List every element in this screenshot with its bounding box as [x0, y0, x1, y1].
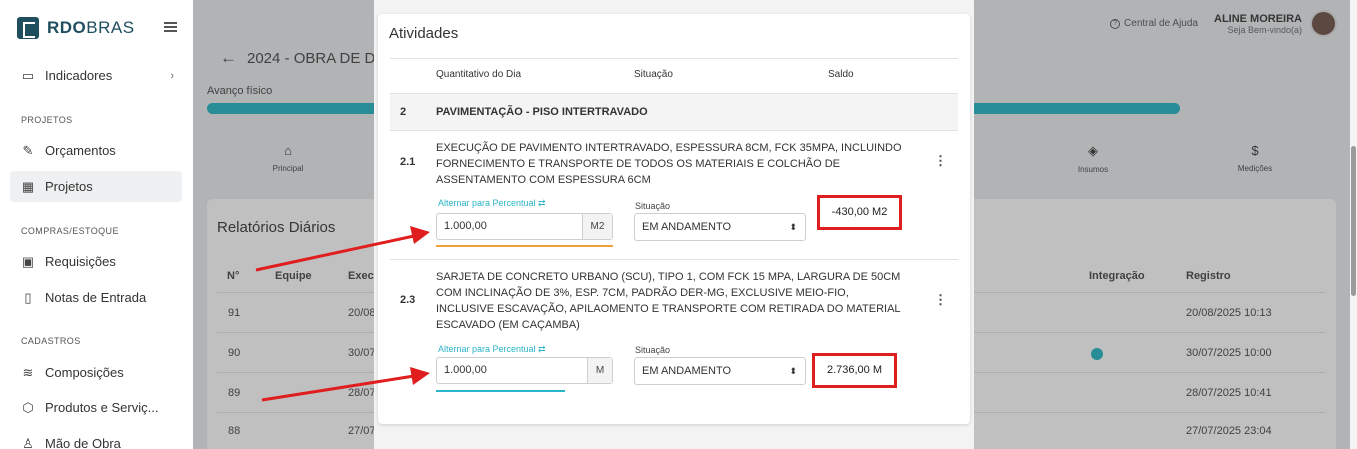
annotation-arrows	[255, 226, 430, 402]
annotation-arrow-2	[261, 367, 430, 402]
annotation-arrow-1	[255, 226, 430, 272]
